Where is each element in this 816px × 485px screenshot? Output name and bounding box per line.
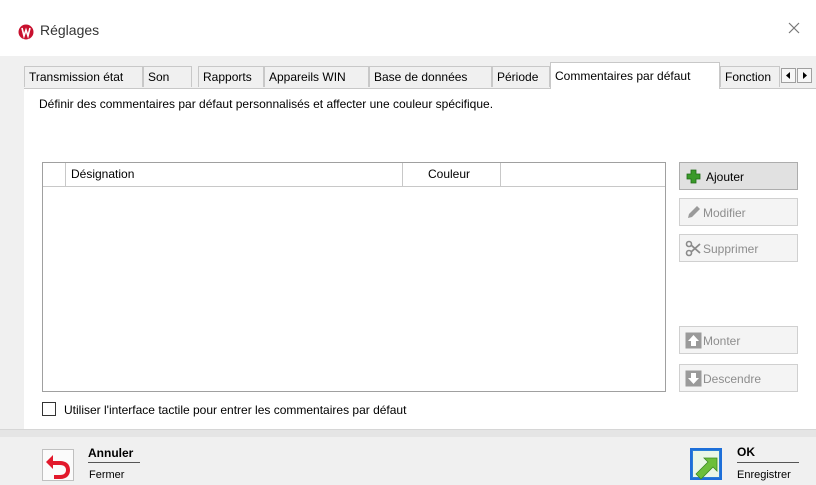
arrow-down-icon xyxy=(685,370,702,387)
close-icon[interactable] xyxy=(784,18,804,38)
tab-son[interactable]: Son xyxy=(143,66,192,87)
tab-strip: Transmission état Son Rapports Appareils… xyxy=(24,62,816,89)
plus-icon xyxy=(686,169,701,184)
footer-bar: Annuler Fermer OK Enregistrer xyxy=(0,437,816,485)
tab-scroll-right-button[interactable] xyxy=(797,68,812,83)
tab-base-de-donnees[interactable]: Base de données xyxy=(369,66,492,87)
title-bar: Réglages xyxy=(0,0,816,56)
move-down-button[interactable]: Descendre xyxy=(679,364,798,392)
tab-transmission-etat[interactable]: Transmission état xyxy=(24,66,143,87)
tab-commentaires-par-defaut[interactable]: Commentaires par défaut xyxy=(550,62,720,89)
ok-subtitle: Enregistrer xyxy=(737,469,791,481)
tab-rapports[interactable]: Rapports xyxy=(198,66,264,87)
window-title: Réglages xyxy=(40,22,100,38)
touch-interface-checkbox[interactable] xyxy=(42,402,56,416)
scissors-icon xyxy=(685,240,701,257)
footer-separator xyxy=(0,429,816,437)
ok-underline xyxy=(737,462,799,463)
tab-periode[interactable]: Période xyxy=(492,66,550,87)
edit-button[interactable]: Modifier xyxy=(679,198,798,226)
scroll-right-icon xyxy=(803,72,807,79)
add-button[interactable]: Ajouter xyxy=(679,162,798,190)
move-up-button[interactable]: Monter xyxy=(679,326,798,354)
scroll-left-icon xyxy=(786,72,790,79)
touch-interface-label[interactable]: Utiliser l'interface tactile pour entrer… xyxy=(64,403,406,417)
arrow-up-icon xyxy=(685,332,702,349)
cancel-underline xyxy=(88,462,140,463)
row-selector-header xyxy=(43,163,66,187)
undo-arrow-icon[interactable] xyxy=(42,449,74,481)
column-header-couleur[interactable]: Couleur xyxy=(403,163,501,187)
cancel-subtitle: Fermer xyxy=(89,469,125,481)
tab-appareils-win[interactable]: Appareils WIN xyxy=(264,66,369,87)
pencil-icon xyxy=(688,206,700,218)
ok-arrow-icon[interactable] xyxy=(690,448,722,480)
delete-button[interactable]: Supprimer xyxy=(679,234,798,262)
cancel-title[interactable]: Annuler xyxy=(88,446,133,460)
tab-scroll-left-button[interactable] xyxy=(781,68,796,83)
tab-fonction[interactable]: Fonction xyxy=(720,66,780,87)
column-header-filler xyxy=(501,163,665,187)
app-logo-icon xyxy=(18,24,34,40)
ok-title[interactable]: OK xyxy=(737,445,755,459)
column-header-designation[interactable]: Désignation xyxy=(66,163,403,187)
comments-table[interactable]: Désignation Couleur xyxy=(42,162,666,392)
description-text: Définir des commentaires par défaut pers… xyxy=(39,97,494,111)
